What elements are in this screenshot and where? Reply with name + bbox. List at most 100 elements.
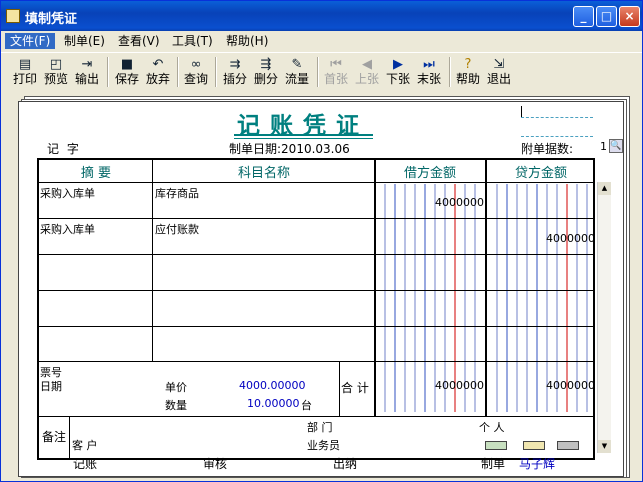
delete-row-button[interactable]: ⇶ 删分 [252,55,280,89]
notes-label: 备注 [42,430,67,444]
last-icon: ⏭ [423,57,435,72]
exit-button[interactable]: ⇲ 退出 [485,55,513,89]
quantity-value[interactable]: 10.00000 [247,397,300,410]
help-button[interactable]: ? 帮助 [454,55,482,89]
row-debit[interactable]: 4000000 [375,196,484,209]
quantity-label: 数量 [165,399,187,412]
query-button[interactable]: ∞ 查询 [182,55,210,89]
next-button[interactable]: ▶ 下张 [384,55,412,89]
col-divider [69,416,70,458]
binoculars-icon: ∞ [190,57,202,72]
toolbar: ▤ 打印 ◰ 预览 ⇥ 输出 ■ 保存 ↶ 放弃 ∞ 查询 ⇉ 插分 ⇶ 删分 ✎ 流量 ⏮ 首张 … [1,52,642,91]
prev-button[interactable]: ◀ 上张 [353,55,381,89]
magnifier-icon[interactable]: 🔍 [609,139,623,153]
salesman-label: 业务员 [307,439,340,452]
text-cursor [521,106,522,117]
menu-voucher[interactable]: 制单(E) [59,33,110,49]
calculator-icon[interactable] [557,441,579,450]
discard-button[interactable]: ↶ 放弃 [144,55,172,89]
col-divider [485,160,487,416]
preview-button[interactable]: ◰ 预览 [42,55,70,89]
save-icon: ■ [120,57,134,72]
last-button[interactable]: ⏭ 末张 [415,55,443,89]
header-summary: 摘 要 [80,166,112,181]
insert-row-icon: ⇉ [229,57,241,72]
row-divider [39,290,595,291]
exit-icon: ⇲ [493,57,505,72]
row-account[interactable]: 库存商品 [155,185,199,201]
title-underline [234,138,373,139]
row-divider [39,254,595,255]
scroll-up-icon[interactable]: ▲ [598,182,611,195]
scroll-down-icon[interactable]: ▼ [598,440,611,453]
toolbar-separator [449,57,451,87]
bookkeeper-label: 记账 [73,457,98,471]
row-divider [39,218,595,219]
unit-price-label: 单价 [165,381,187,394]
row-summary[interactable]: 采购入库单 [40,185,95,201]
voucher-number-underline [521,136,593,137]
close-button[interactable]: × [619,6,640,27]
total-label: 合 计 [341,381,369,395]
help-icon: ? [464,57,472,72]
prev-icon: ◀ [362,57,372,72]
total-debit: 4000000 [435,379,484,392]
voucher-word[interactable]: 记 字 [47,140,81,157]
vertical-scrollbar[interactable]: ▲ ▼ [597,182,611,453]
row-divider [39,182,595,183]
row-account[interactable]: 应付账款 [155,221,199,237]
toolbar-separator [317,57,319,87]
reviewer-label: 审核 [203,457,228,471]
voucher-number-field[interactable] [521,117,593,118]
attachments-count[interactable]: 1 [600,140,607,153]
first-icon: ⏮ [330,57,342,72]
app-icon [6,9,20,23]
menu-view[interactable]: 查看(V) [113,33,165,49]
title-underline [234,134,373,136]
cashflow-button[interactable]: ✎ 流量 [283,55,311,89]
voucher-page: 记账凭证 记 字 制单日期:2010.03.06 附单据数: 1 🔍 摘 要 科… [18,101,624,477]
toolbar-separator [215,57,217,87]
maximize-button[interactable]: □ [596,6,617,27]
row-divider [39,326,595,327]
col-divider [152,160,153,361]
voucher-window: 填制凭证 _ □ × 文件(F) 制单(E) 查看(V) 工具(T) 帮助(H)… [0,0,643,482]
next-icon: ▶ [393,57,403,72]
window-title: 填制凭证 [25,12,78,27]
row-credit[interactable]: 4000000 [487,232,595,245]
row-summary[interactable]: 采购入库单 [40,221,95,237]
first-button[interactable]: ⏮ 首张 [322,55,350,89]
menu-file[interactable]: 文件(F) [5,33,56,49]
menu-tools[interactable]: 工具(T) [167,33,218,49]
ticket-date-label: 日期 [40,380,62,393]
output-button[interactable]: ⇥ 输出 [73,55,101,89]
maker-name: 马子辉 [519,457,556,471]
delete-row-icon: ⇶ [260,57,272,72]
minimize-button[interactable]: _ [573,6,594,27]
header-account: 科目名称 [237,166,290,181]
print-icon: ▤ [18,57,32,72]
menu-bar: 文件(F) 制单(E) 查看(V) 工具(T) 帮助(H) [1,31,642,51]
person-label: 个 人 [479,421,505,434]
toolbar-separator [107,57,109,87]
cashflow-icon: ✎ [291,57,303,72]
toolbar-separator [177,57,179,87]
save-button[interactable]: ■ 保存 [113,55,141,89]
voucher-table: 摘 要 科目名称 借方金额 贷方金额 采购入库单 库存商品 4000000 采购… [37,158,595,460]
menu-help[interactable]: 帮助(H) [221,33,273,49]
undo-icon: ↶ [152,57,164,72]
print-button[interactable]: ▤ 打印 [11,55,39,89]
quantity-unit: 台 [301,399,312,412]
insert-row-button[interactable]: ⇉ 插分 [221,55,249,89]
unit-price-value[interactable]: 4000.00000 [239,379,305,392]
title-bar: 填制凭证 _ □ × [1,1,642,31]
header-credit: 贷方金额 [514,166,567,181]
col-divider [339,361,340,416]
total-credit: 4000000 [546,379,595,392]
monitor-icon[interactable] [523,441,545,450]
voucher-date[interactable]: 制单日期:2010.03.06 [229,140,350,157]
card-icon[interactable] [485,441,507,450]
row-divider [39,416,595,417]
preview-icon: ◰ [49,57,63,72]
cashier-label: 出纳 [333,457,358,471]
